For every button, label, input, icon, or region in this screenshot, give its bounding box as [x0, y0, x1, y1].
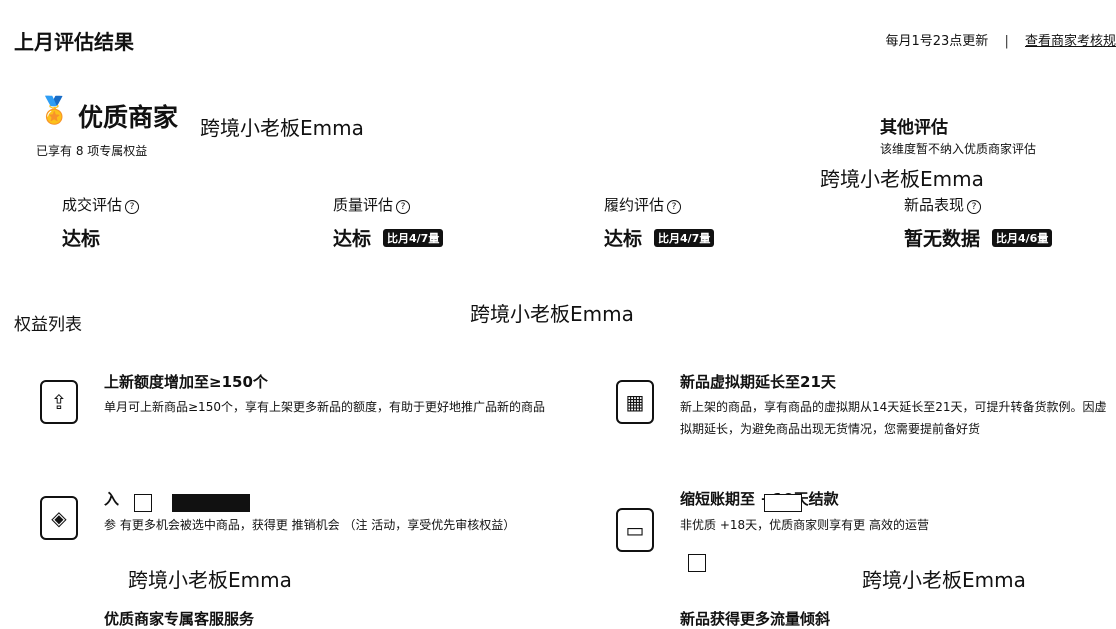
- benefit-desc: 单月可上新商品≥150个，享有上架更多新品的额度，有助于更好地推广品新的商品: [104, 400, 545, 414]
- benefit-title: 入: [104, 490, 120, 508]
- benefit-title: 缩短账期至 +10天结款: [680, 490, 839, 508]
- benefit-desc: 新上架的商品，享有商品的虚拟期从14天延长至21天，可提升转备货款例。因虚拟期延…: [680, 400, 1107, 436]
- calendar-icon: ▦: [616, 380, 654, 424]
- header-right: 每月1号23点更新 | 查看商家考核规: [885, 30, 1116, 49]
- metric-label: 履约评估?: [604, 194, 682, 215]
- benefits-section-title: 权益列表: [14, 315, 82, 335]
- other-eval-desc: 该维度暂不纳入优质商家评估: [880, 142, 1037, 156]
- header-separator: |: [1004, 34, 1009, 49]
- other-eval-title: 其他评估: [880, 118, 948, 138]
- rights-count: 已享有 8 项专属权益: [36, 144, 148, 158]
- watermark: 跨境小老板Emma: [470, 302, 634, 326]
- redaction-box: [764, 494, 802, 512]
- shield-icon: ◈: [40, 496, 78, 540]
- metric-badge: 比月4/7量: [383, 229, 444, 247]
- metric-label: 质量评估?: [333, 194, 411, 215]
- new-listing-icon: ⇪: [40, 380, 78, 424]
- metric-badge: 比月4/6量: [992, 229, 1053, 247]
- watermark: 跨境小老板Emma: [128, 568, 292, 592]
- benefit-title: 上新额度增加至≥150个: [104, 373, 268, 391]
- wallet-icon: ▭: [616, 508, 654, 552]
- metric-value: 达标: [62, 228, 101, 250]
- benefit-desc: 非优质 +18天，优质商家则享有更 高效的运营: [680, 518, 929, 532]
- view-rules-link[interactable]: 查看商家考核规: [1025, 34, 1116, 49]
- metric-value: 达标 比月4/7量: [604, 224, 715, 251]
- benefit-title: 新品虚拟期延长至21天: [680, 373, 836, 391]
- metric-label: 成交评估?: [62, 194, 140, 215]
- watermark: 跨境小老板Emma: [862, 568, 1026, 592]
- redaction-box: [172, 494, 250, 512]
- benefit-desc: 参 有更多机会被选中商品，获得更 推销机会 （注 活动，享受优先审核权益）: [104, 518, 516, 532]
- page-title: 上月评估结果: [14, 30, 134, 54]
- tier-name: 优质商家: [78, 103, 179, 132]
- metric-label: 新品表现?: [904, 194, 982, 215]
- metric-value: 暂无数据 比月4/6量: [904, 224, 1053, 251]
- redaction-box: [688, 554, 706, 572]
- watermark: 跨境小老板Emma: [200, 116, 364, 140]
- watermark: 跨境小老板Emma: [820, 167, 984, 191]
- help-icon[interactable]: ?: [396, 200, 411, 214]
- medal-icon: 🏅: [38, 96, 71, 126]
- help-icon[interactable]: ?: [667, 200, 682, 214]
- metric-value: 达标 比月4/7量: [333, 224, 444, 251]
- help-icon[interactable]: ?: [967, 200, 982, 214]
- help-icon[interactable]: ?: [125, 200, 140, 214]
- redaction-box: [134, 494, 152, 512]
- update-note: 每月1号23点更新: [885, 34, 989, 49]
- metric-badge: 比月4/7量: [654, 229, 715, 247]
